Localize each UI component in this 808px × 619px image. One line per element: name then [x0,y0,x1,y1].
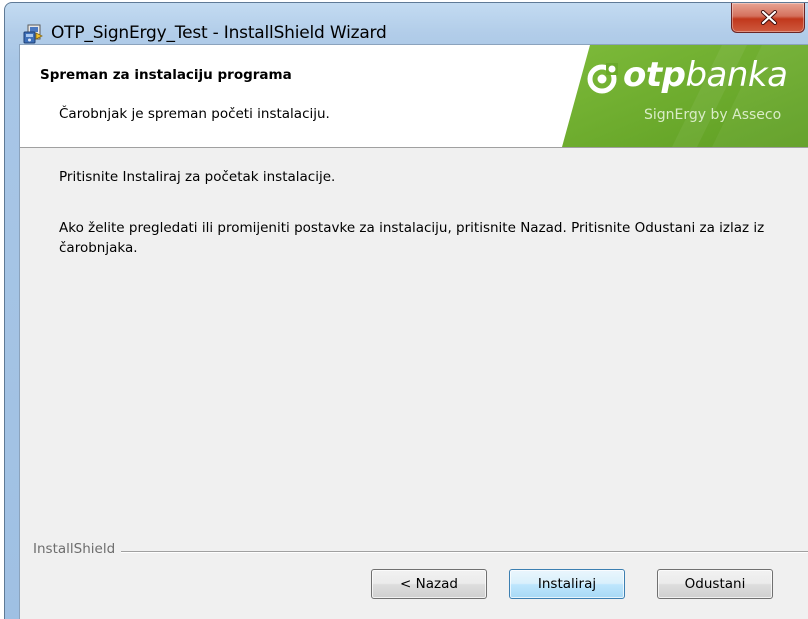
installshield-branding: InstallShield [20,541,808,561]
window-title: OTP_SignErgy_Test - InstallShield Wizard [51,23,387,43]
wizard-client-area: Spreman za instalaciju programa Čarobnja… [19,44,808,619]
close-icon [761,10,777,25]
installer-icon [22,23,44,45]
page-title: Spreman za instalaciju programa [40,67,292,83]
instruction-text: Pritisnite Instaliraj za početak instala… [59,169,336,185]
cancel-button[interactable]: Odustani [657,569,773,599]
close-button[interactable] [731,3,805,33]
install-button[interactable]: Instaliraj [509,569,625,599]
page-subtitle: Čarobnjak je spreman početi instalaciju. [59,106,330,122]
wizard-header: Spreman za instalaciju programa Čarobnja… [20,45,808,148]
logo-brand: otpbanka [623,55,788,95]
help-text: Ako želite pregledati ili promijeniti po… [59,220,765,256]
logo-tagline: SignErgy by Asseco [644,107,782,123]
separator-line [33,551,808,553]
installshield-label: InstallShield [33,541,122,557]
installer-window: OTP_SignErgy_Test - InstallShield Wizard… [4,2,808,619]
back-button[interactable]: < Nazad [371,569,487,599]
otp-logo-mark-icon [584,59,620,95]
title-bar[interactable]: OTP_SignErgy_Test - InstallShield Wizard [5,3,808,47]
otp-banka-logo: otpbanka SignErgy by Asseco [562,45,808,147]
